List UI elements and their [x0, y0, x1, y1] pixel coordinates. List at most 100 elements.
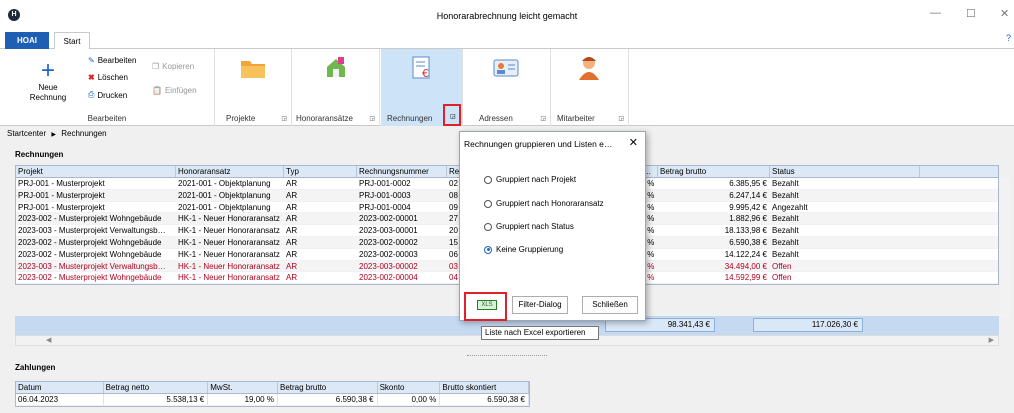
- cell-typ: AR: [286, 179, 298, 188]
- cell-projekt: PRJ-001 - Musterprojekt: [18, 179, 105, 188]
- tab-hoai[interactable]: HOAI: [5, 32, 49, 49]
- paste-button[interactable]: 📋 Einfügen: [152, 86, 197, 95]
- excel-tooltip: Liste nach Excel exportieren: [481, 326, 599, 340]
- radio-icon[interactable]: [484, 175, 492, 184]
- dialog-launcher-icon[interactable]: ◲: [281, 115, 287, 122]
- close-button[interactable]: ✕: [1000, 7, 1009, 20]
- payments-grid-body: 06.04.2023 5.538,13 €19,00 % 6.590,38 €0,0…: [16, 394, 529, 406]
- vertical-scrollbar[interactable]: [1000, 178, 1010, 318]
- group-fees[interactable]: Honoraransätze ◲: [292, 49, 380, 126]
- column-header[interactable]: Typ: [284, 166, 357, 177]
- cell-projekt: 2023-002 - Musterprojekt Wohngebäude: [18, 237, 162, 247]
- address-card-icon: [493, 59, 519, 77]
- column-header[interactable]: Datum: [16, 382, 104, 393]
- cell-typ: AR: [286, 190, 298, 200]
- payments-grid: Datum Betrag netto MwSt. Betrag brutto Skont…: [15, 381, 530, 407]
- ribbon-tabs: HOAI Start ?: [0, 30, 1014, 50]
- grouping-option[interactable]: Gruppiert nach Honoraransatz: [484, 199, 604, 208]
- pencil-icon: ✎: [88, 56, 95, 65]
- folder-icon: [241, 61, 265, 78]
- group-projects[interactable]: Projekte ◲: [215, 49, 292, 126]
- cell-nr: 2023-003-00002: [359, 261, 418, 271]
- column-header[interactable]: Betrag brutto: [658, 166, 770, 177]
- help-icon[interactable]: ?: [1006, 33, 1011, 43]
- grouping-option[interactable]: Keine Gruppierung: [484, 245, 563, 254]
- cell-status: Offen: [772, 273, 792, 283]
- column-header[interactable]: Projekt: [16, 166, 176, 177]
- table-row[interactable]: 06.04.2023 5.538,13 €19,00 % 6.590,38 €0,0…: [16, 394, 529, 406]
- group-addresses[interactable]: Adressen ◲: [463, 49, 551, 126]
- cell-ansatz: HK-1 - Neuer Honoraransatz: [178, 214, 280, 224]
- cell-status: Bezahlt: [772, 190, 799, 200]
- cell-brutto: 1.882,96 €: [729, 214, 767, 224]
- new-invoice-button[interactable]: + Neue Rechnung: [18, 59, 78, 103]
- cell-ansatz: 2021-001 - Objektplanung: [178, 202, 271, 212]
- delete-button[interactable]: ✖ Löschen: [88, 73, 128, 82]
- cell-ansatz: HK-1 - Neuer Honoraransatz: [178, 249, 280, 259]
- cell-nr: PRJ-001-0003: [359, 190, 411, 200]
- cell-brutto: 6.385,95 €: [729, 179, 767, 188]
- cell-mwst: 19,00 %: [208, 394, 278, 405]
- print-button[interactable]: ⎙ Drucken: [88, 90, 127, 100]
- maximize-button[interactable]: ☐: [966, 7, 976, 20]
- column-header[interactable]: Brutto skontiert: [440, 382, 530, 393]
- cell-ansatz: HK-1 - Neuer Honoraransatz: [178, 261, 280, 271]
- cell-nr: 2023-002-00003: [359, 249, 418, 259]
- svg-text:€: €: [422, 67, 429, 80]
- cell-typ: AR: [286, 214, 298, 224]
- splitter[interactable]: [467, 355, 547, 356]
- radio-icon[interactable]: [484, 222, 492, 231]
- column-header[interactable]: Rechnungsnummer: [357, 166, 447, 177]
- column-header[interactable]: Betrag netto: [104, 382, 209, 393]
- cell-brutto: 6.590,38 €: [729, 237, 767, 247]
- group-edit: + Neue Rechnung ✎ Bearbeiten ✖ Löschen ⎙…: [0, 49, 215, 126]
- cell-typ: AR: [286, 202, 298, 212]
- edit-button[interactable]: ✎ Bearbeiten: [88, 56, 136, 65]
- radio-icon[interactable]: [484, 245, 492, 254]
- filter-dialog-button[interactable]: Filter-Dialog: [512, 296, 568, 314]
- tab-start[interactable]: Start: [54, 32, 90, 50]
- scroll-right-icon[interactable]: ▶: [989, 336, 994, 344]
- radio-icon[interactable]: [484, 199, 492, 208]
- dialog-launcher-icon[interactable]: ◲: [540, 115, 546, 122]
- copy-button[interactable]: ❐ Kopieren: [152, 62, 194, 71]
- cell-brutto: 9.995,42 €: [729, 202, 767, 212]
- cell-datum: 06.04.2023: [16, 394, 104, 405]
- title-bar: H Honorarabrechnung leicht gemacht — ☐ ✕: [0, 0, 1014, 30]
- payments-title: Zahlungen: [15, 363, 56, 372]
- cell-status: Bezahlt: [772, 179, 799, 188]
- group-label-fees: Honoraransätze: [296, 114, 353, 123]
- payments-grid-header: Datum Betrag netto MwSt. Betrag brutto Skont…: [16, 382, 530, 394]
- breadcrumb-current: Rechnungen: [61, 129, 107, 138]
- cell-nr: 2023-002-00001: [359, 214, 418, 224]
- house-icon: [327, 57, 345, 77]
- column-header[interactable]: Status: [770, 166, 920, 177]
- cell-status: Bezahlt: [772, 237, 799, 247]
- breadcrumb: Startcenter ▶ Rechnungen: [7, 129, 107, 138]
- copy-icon: ❐: [152, 62, 160, 71]
- cell-projekt: 2023-002 - Musterprojekt Wohngebäude: [18, 214, 162, 224]
- scroll-left-icon[interactable]: ◀: [46, 336, 51, 344]
- highlight-launcher: [443, 104, 461, 126]
- cell-typ: AR: [286, 261, 298, 271]
- cell-brutto: 14.122,24 €: [724, 249, 767, 259]
- cell-projekt: PRJ-001 - Musterprojekt: [18, 190, 105, 200]
- column-header[interactable]: MwSt.: [208, 382, 278, 393]
- column-header[interactable]: Skonto: [378, 382, 441, 393]
- highlight-excel-button: [464, 292, 507, 321]
- cell-ansatz: HK-1 - Neuer Honoraransatz: [178, 237, 280, 247]
- close-dialog-button[interactable]: Schließen: [582, 296, 638, 314]
- dialog-title: Rechnungen gruppieren und Listen e…: [464, 139, 613, 149]
- grouping-option[interactable]: Gruppiert nach Projekt: [484, 175, 576, 184]
- dialog-launcher-icon[interactable]: ◲: [369, 115, 375, 122]
- cell-status: Bezahlt: [772, 226, 799, 236]
- dialog-launcher-icon[interactable]: ◲: [618, 115, 624, 122]
- column-header[interactable]: Honoraransatz: [176, 166, 284, 177]
- breadcrumb-root[interactable]: Startcenter: [7, 129, 46, 138]
- group-staff[interactable]: Mitarbeiter ◲: [551, 49, 629, 126]
- paste-icon: 📋: [152, 86, 162, 95]
- column-header[interactable]: Betrag brutto: [278, 382, 378, 393]
- minimize-button[interactable]: —: [930, 7, 941, 19]
- grouping-option[interactable]: Gruppiert nach Status: [484, 222, 574, 231]
- dialog-close-icon[interactable]: ✕: [629, 136, 638, 149]
